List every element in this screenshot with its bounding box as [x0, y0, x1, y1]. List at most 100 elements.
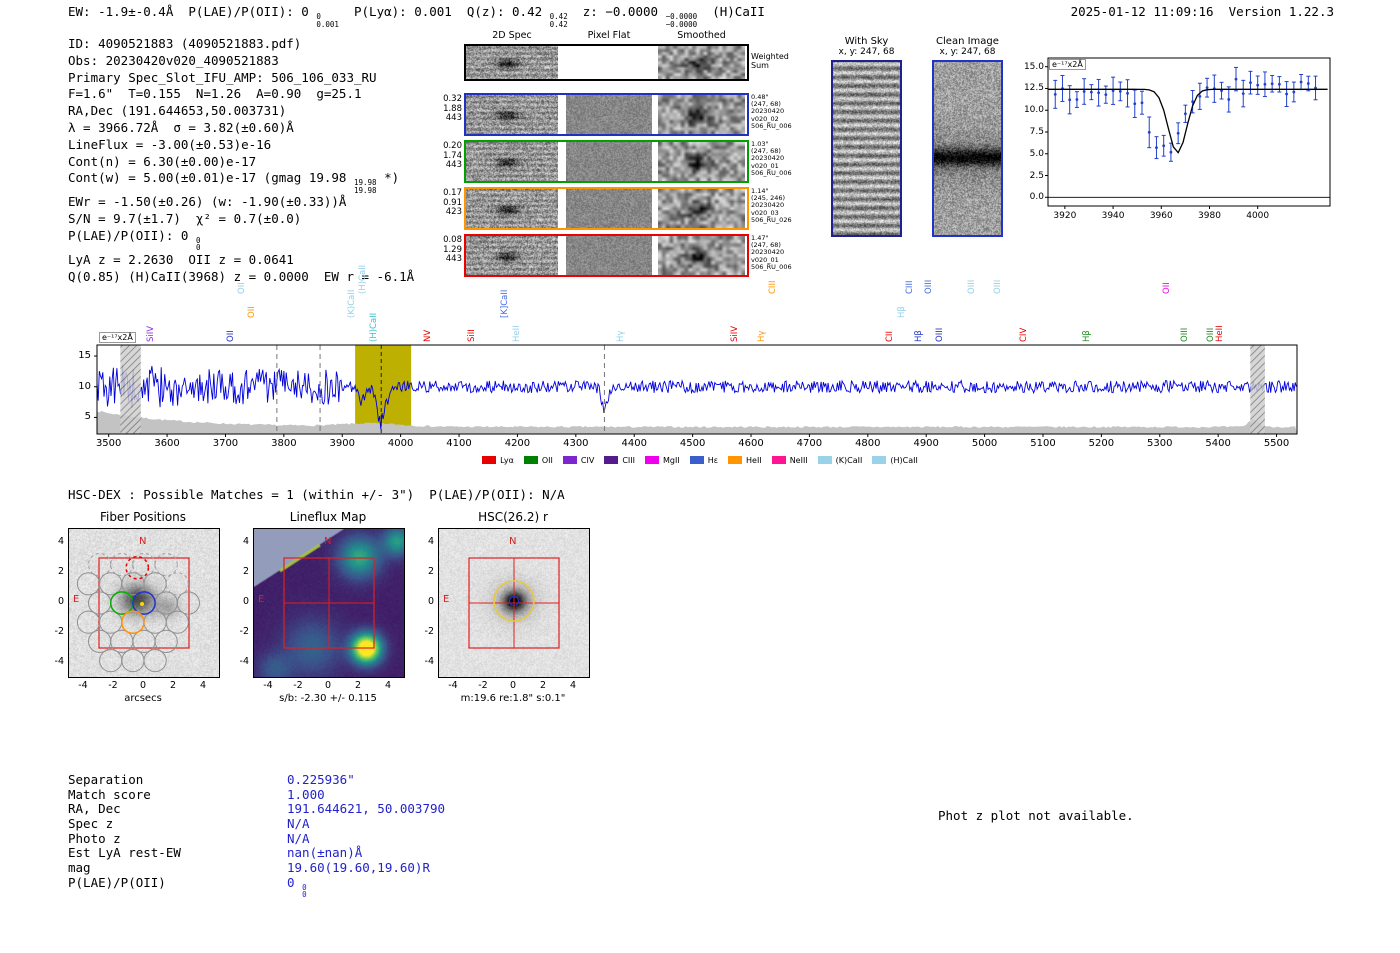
match-field-label: Match score — [68, 786, 151, 802]
spectral-line-label: (H)CaII — [369, 312, 380, 342]
legend-swatch — [872, 456, 887, 464]
spec2d-column-title: Pixel Flat — [587, 30, 631, 41]
legend-label: CIV — [580, 455, 595, 465]
elixer-detection-report: EW: -1.9±-0.4Å P(LAE)/P(OII): 0 0 0.001 P… — [0, 0, 1400, 953]
label-line: 506_RU_026 — [751, 215, 792, 224]
spectrum-svg — [94, 344, 1298, 437]
legend-label: Lyα — [500, 455, 514, 465]
stacked-fraction: 0 0.001 — [316, 12, 339, 29]
fiber-circle — [76, 610, 101, 634]
fiber-circle — [121, 649, 145, 673]
fit-x-tick: 3940 — [1101, 211, 1125, 221]
legend-item: CIII — [604, 456, 635, 465]
fit-x-tick: 3920 — [1053, 211, 1077, 221]
legend-item: (H)CaII — [872, 456, 918, 465]
fiber-circle — [143, 572, 167, 596]
info-line: ID: 4090521883 (4090521883.pdf) — [68, 36, 414, 53]
pixelflat-image — [566, 189, 652, 228]
cutout-x-tick: -4 — [78, 680, 88, 691]
spec2d-row-stats: 0.17 0.91 423 — [441, 188, 462, 218]
cutout-overlay — [283, 557, 375, 649]
info-line: P(LAE)/P(OII): 0 00 — [68, 228, 414, 252]
spectral-line-label: OIII — [992, 279, 1003, 294]
detection-highlight-band — [355, 345, 412, 434]
match-field-label: RA, Dec — [68, 801, 121, 817]
spec2d-row — [464, 93, 749, 136]
spec2d-row-label: 1.03" (247, 68) 20230420 v020_01 506_RU_006 — [751, 140, 792, 177]
spectral-line-label: OII — [246, 306, 257, 318]
text-segment: RA,Dec (191.644653,50.003731) — [68, 103, 287, 119]
spectrum-y-tick: 5 — [84, 411, 91, 423]
info-line: Primary Spec_Slot_IFU_AMP: 506_106_033_R… — [68, 70, 414, 87]
compass-east-label: E — [258, 594, 265, 605]
spectrum-x-tick: 4000 — [387, 438, 414, 449]
compass-north-label: N — [509, 536, 517, 547]
spectral-line-label: NV — [423, 329, 433, 342]
legend-item: (K)CaII — [817, 456, 862, 465]
spectrum-x-tick: 5500 — [1263, 438, 1290, 449]
spectrum-x-tick: 4300 — [563, 438, 589, 449]
cutout-overlay — [76, 552, 201, 673]
spectrum-x-tick: 4800 — [855, 438, 881, 449]
label-line: Weighted — [751, 52, 789, 61]
spectrum-x-tick: 4100 — [446, 438, 472, 449]
report-timestamp: 2025-01-12 11:09:16 — [1070, 4, 1214, 19]
fiber-circle — [99, 572, 123, 596]
info-line: F=1.6" T=0.155 N=1.26 A=0.90 g=25.1 — [68, 86, 414, 103]
cutout-title: HSC(26.2) r — [478, 510, 548, 524]
match-field-value: 19.60(19.60,19.60)R — [287, 860, 430, 876]
sky-canvas — [934, 62, 1001, 235]
spec2d-column-title: Smoothed — [677, 30, 726, 41]
spectrum-x-tick: 5100 — [1030, 438, 1056, 449]
spec2d-cutout-grid: 2D Spec Pixel Flat Smoothed Weighted Sum 0.32… — [443, 28, 803, 290]
label-line: 506_RU_006 — [751, 168, 792, 177]
spectrum-x-tick: 5000 — [971, 438, 998, 449]
spectrum-x-tick: 3900 — [329, 438, 355, 449]
spectrum-x-tick: 3700 — [212, 438, 239, 449]
spectral-line-label: CII — [884, 331, 895, 342]
cutout-x-tick: 2 — [169, 680, 177, 691]
info-line: Cont(n) = 6.30(±0.00)e-17 — [68, 154, 414, 171]
photz-note: Phot z plot not available. — [938, 808, 1134, 823]
spectrum-y-tick: 10 — [78, 380, 91, 392]
text-segment: EWr = -1.50(±0.26) (w: -1.90(±0.33))Å — [68, 194, 347, 210]
legend-item: HeII — [728, 456, 762, 465]
match-field-label: Spec z — [68, 816, 114, 832]
cutout-title: Lineflux Map — [289, 510, 367, 524]
fiber-circle — [121, 572, 145, 596]
legend-label: CIII — [622, 455, 635, 465]
text-segment: Primary Spec_Slot_IFU_AMP: 506_106_033_R… — [68, 69, 377, 85]
spectral-line-label: CIII — [905, 280, 916, 294]
detection-info-block: ID: 4090521883 (4090521883.pdf) Obs: 2023… — [68, 36, 414, 286]
match-field-value: 1.000 — [287, 786, 325, 802]
spectral-line-label: OIII — [1179, 327, 1190, 342]
report-version: Version 1.22.3 — [1228, 4, 1334, 19]
stat-value: 443 — [445, 113, 462, 123]
text-segment: (H)CaII — [697, 4, 765, 19]
text-segment: Cont(w) = 5.00(±0.01)e-17 (gmag 19.98 — [68, 170, 354, 186]
cutout-y-tick: -2 — [424, 626, 434, 637]
cutout-y-tick: 2 — [242, 566, 249, 577]
cutout-y-tick: 2 — [57, 566, 64, 577]
spec2d-row-stats: 0.20 1.74 443 — [441, 141, 462, 171]
cutout-x-tick: -4 — [448, 680, 458, 691]
compass-north-label: N — [324, 536, 332, 547]
stacked-fraction: 00 — [302, 882, 307, 900]
info-line: S/N = 9.7(±1.7) χ² = 0.7(±0.0) — [68, 211, 414, 228]
centroid-dot — [140, 602, 144, 606]
match-field-label: Est LyA rest-EW — [68, 845, 181, 861]
cutout-title: Fiber Positions — [99, 510, 187, 524]
cutout-x-tick: -2 — [478, 680, 488, 691]
text-segment: *) — [376, 170, 400, 186]
match-field-value: N/A — [287, 816, 310, 832]
text-segment: Cont(n) = 6.30(±0.00)e-17 — [68, 153, 257, 169]
cutout-x-tick: -2 — [108, 680, 118, 691]
fiber-circle — [154, 591, 178, 615]
cutout-y-tick: -4 — [424, 656, 434, 667]
stacked-fraction: 0.42 0.42 — [549, 12, 568, 29]
flux-units-label: e⁻¹⁷x2Å — [1049, 59, 1086, 70]
legend-swatch — [523, 456, 538, 464]
spec2d-image — [466, 46, 558, 79]
spectrum-x-tick: 4400 — [621, 438, 647, 449]
spectral-line-label: SiIV — [146, 325, 157, 342]
